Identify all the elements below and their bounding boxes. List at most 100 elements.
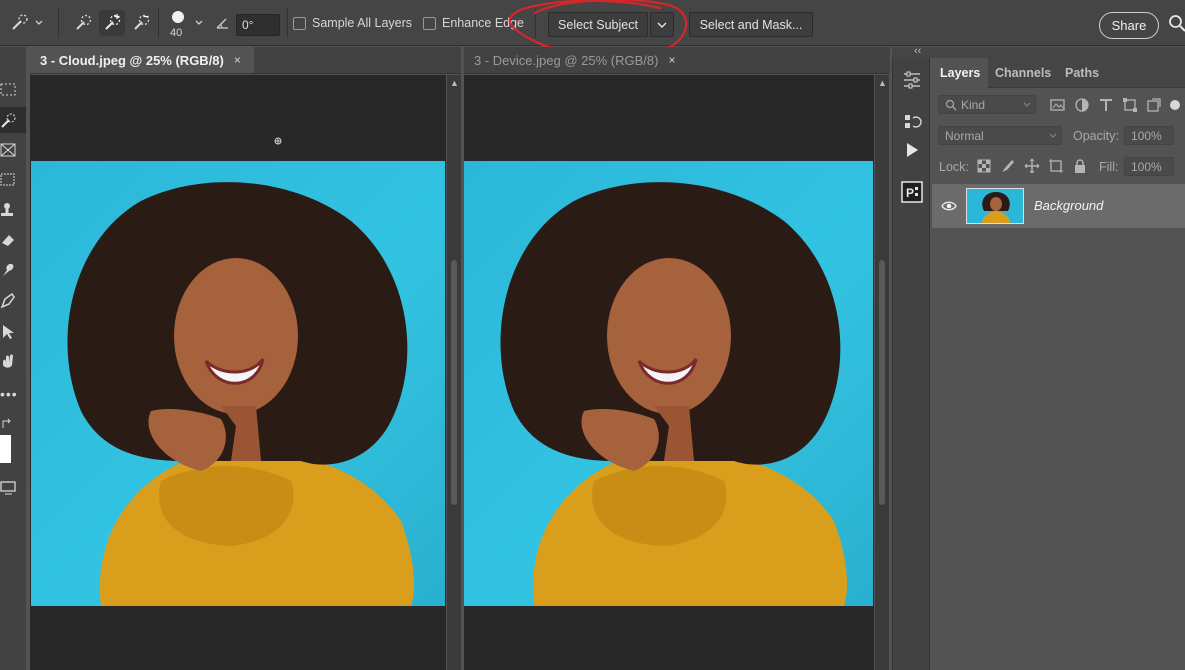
lock-transparent-pixels-icon[interactable] <box>976 158 992 174</box>
tab-paths[interactable]: Paths <box>1057 58 1107 88</box>
smudge-icon <box>3 263 14 276</box>
document-tab-title: 3 - Device.jpeg @ 25% (RGB/8) <box>474 52 659 68</box>
panel-icon-column: P <box>892 58 930 670</box>
smart-object-filter-icon[interactable] <box>1146 97 1162 113</box>
path-selection-tool[interactable] <box>0 319 26 345</box>
new-selection-brush-icon[interactable] <box>70 10 96 36</box>
eye-visibility-icon[interactable] <box>941 200 957 212</box>
close-icon[interactable]: × <box>234 53 241 67</box>
arrow-icon <box>3 325 14 339</box>
panel-tabs: Layers Channels Paths <box>932 58 1185 88</box>
sample-all-layers-checkbox[interactable] <box>293 16 306 30</box>
select-and-mask-button[interactable]: Select and Mask... <box>689 12 813 37</box>
more-icon: ••• <box>0 386 18 402</box>
document-tab-cloud[interactable]: 3 - Cloud.jpeg @ 25% (RGB/8) × <box>30 47 254 74</box>
enhance-edge-checkbox[interactable] <box>423 16 436 30</box>
marquee-icon <box>0 83 16 96</box>
screen-mode-button[interactable] <box>0 475 26 501</box>
shape-filter-icon[interactable] <box>1122 97 1138 113</box>
swap-colors-button[interactable] <box>0 411 26 437</box>
search-icon[interactable] <box>1168 0 1185 46</box>
select-subject-button[interactable]: Select Subject <box>548 12 648 37</box>
tab-layers[interactable]: Layers <box>932 58 989 88</box>
chevron-down-icon <box>657 22 667 28</box>
quick-selection-icon <box>1 113 16 128</box>
clone-stamp-tool[interactable] <box>0 197 26 223</box>
background-color-swatch[interactable] <box>0 435 11 463</box>
angle-icon <box>215 0 231 46</box>
svg-text:P: P <box>906 186 914 200</box>
hand-icon <box>3 354 13 368</box>
pixel-filter-icon[interactable] <box>1050 97 1066 113</box>
eraser-tool[interactable] <box>0 227 26 253</box>
close-icon[interactable]: × <box>668 53 675 67</box>
lock-image-pixels-icon[interactable] <box>1000 158 1016 174</box>
filter-kind-label: Kind <box>961 97 986 112</box>
quick-selection-icon <box>6 10 32 36</box>
panel-dock-header: ‹‹ <box>892 45 1185 58</box>
chevron-down-icon <box>192 16 206 30</box>
brush-size-picker[interactable]: 40 <box>168 0 206 46</box>
sample-all-layers-label: Sample All Layers <box>312 16 413 30</box>
properties-panel-icon[interactable]: P <box>900 180 924 204</box>
document-canvas-cloud[interactable] <box>30 75 446 670</box>
brush-size-value: 40 <box>170 27 183 39</box>
tab-channels[interactable]: Channels <box>987 58 1059 88</box>
vertical-scrollbar-device[interactable]: ▲ <box>875 75 889 670</box>
scrollbar-thumb[interactable] <box>879 260 885 505</box>
scrollbar-thumb[interactable] <box>451 260 457 505</box>
add-to-selection-brush-icon[interactable] <box>99 10 125 36</box>
photo-image <box>31 161 445 606</box>
lock-artboard-icon[interactable] <box>1048 158 1064 174</box>
vertical-scrollbar-cloud[interactable]: ▲ <box>447 75 461 670</box>
layer-filter-icons <box>1050 97 1180 113</box>
layer-row-background[interactable]: Background <box>932 184 1185 228</box>
brush-tip-icon <box>172 11 184 23</box>
edit-toolbar-button[interactable]: ••• <box>0 381 26 407</box>
lock-icons <box>976 158 1088 174</box>
opacity-value: 100% <box>1131 128 1162 143</box>
tool-preset-picker[interactable] <box>6 0 46 46</box>
filter-toggle-icon[interactable] <box>1170 100 1180 110</box>
blend-mode-select[interactable]: Normal <box>938 126 1062 145</box>
lock-all-icon[interactable] <box>1072 158 1088 174</box>
search-icon <box>945 99 957 110</box>
layer-filter-select[interactable]: Kind <box>938 95 1036 114</box>
collapse-panels-icon[interactable]: ‹‹ <box>914 45 921 57</box>
enhance-edge-option[interactable]: Enhance Edge <box>423 0 524 46</box>
angle-input[interactable]: 0° <box>236 14 280 36</box>
opacity-label: Opacity: <box>1073 129 1119 143</box>
chevron-down-icon <box>1023 102 1031 107</box>
frame-tool[interactable] <box>0 137 26 163</box>
brush-cursor-icon <box>274 137 282 145</box>
quick-selection-tool[interactable] <box>0 107 26 133</box>
opacity-input[interactable]: 100% <box>1124 126 1174 145</box>
options-bar: 40 0° Sample All Layers Enhance Edge Sel… <box>0 0 1185 46</box>
lock-label: Lock: <box>939 160 969 174</box>
history-panel-icon[interactable] <box>900 110 924 134</box>
eraser-icon <box>2 235 14 246</box>
actions-play-icon[interactable] <box>900 138 924 162</box>
type-filter-icon[interactable] <box>1098 97 1114 113</box>
layers-panel: Layers Channels Paths Kind Normal Opacit… <box>932 58 1185 670</box>
document-tab-device[interactable]: 3 - Device.jpeg @ 25% (RGB/8) × <box>464 47 690 74</box>
document-canvas-device[interactable] <box>464 75 874 670</box>
crop-tool[interactable] <box>0 167 26 193</box>
lock-position-icon[interactable] <box>1024 158 1040 174</box>
fill-input[interactable]: 100% <box>1124 157 1174 176</box>
screen-mode-icon <box>0 481 16 495</box>
sample-all-layers-option[interactable]: Sample All Layers <box>293 0 412 46</box>
crop-icon <box>0 173 15 186</box>
share-button[interactable]: Share <box>1099 12 1159 39</box>
scroll-up-icon: ▲ <box>878 78 887 88</box>
tools-panel: ••• <box>0 47 26 670</box>
adjustment-filter-icon[interactable] <box>1074 97 1090 113</box>
hand-tool[interactable] <box>0 349 26 375</box>
adjustments-panel-icon[interactable] <box>900 68 924 92</box>
subtract-from-selection-brush-icon[interactable] <box>128 10 154 36</box>
pen-tool[interactable] <box>0 287 26 313</box>
select-subject-dropdown-button[interactable] <box>650 12 674 37</box>
photo-image <box>464 161 873 606</box>
smudge-tool[interactable] <box>0 257 26 283</box>
rectangular-marquee-tool[interactable] <box>0 77 26 103</box>
